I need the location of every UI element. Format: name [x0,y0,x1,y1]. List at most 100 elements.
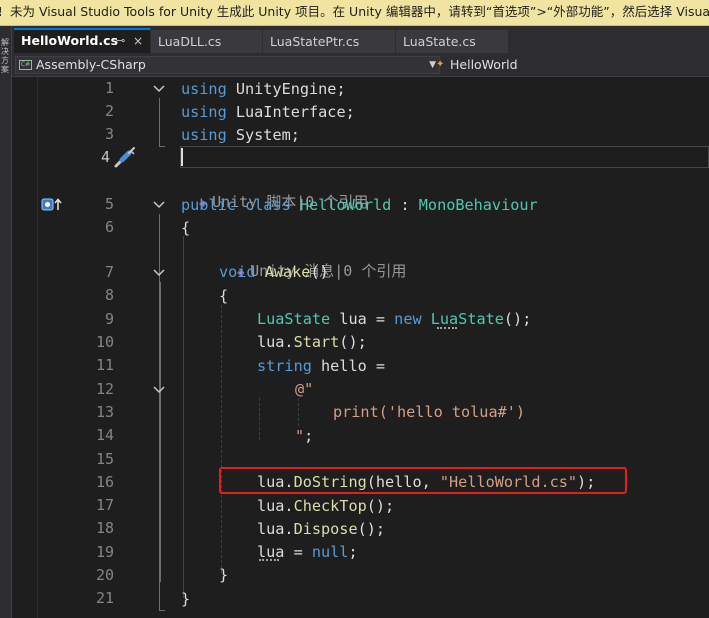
tool-window-label[interactable]: 解决方案 [1,38,11,74]
code-token: @" [295,380,314,398]
code-line-1[interactable]: using UnityEngine; [181,78,346,101]
code-line-17[interactable]: lua.CheckTop(); [257,495,394,518]
tab-helloworld-cs[interactable]: HelloWorld.cs ⊸ × [14,28,151,53]
code-token: ; [304,427,314,445]
codelens-unity-message[interactable]: ◈ Unity 消息|0 个引用 [219,238,406,280]
code-token: new [394,310,431,328]
code-token: } [181,590,191,608]
code-token: Dispose [293,520,358,538]
type-dropdown[interactable]: ✦ HelloWorld [433,56,709,74]
margin-divider [37,77,38,618]
code-token: print('hello tolua#') [333,403,526,421]
text-caret [181,148,183,166]
project-dropdown[interactable]: C# Assembly-CSharp ▼ [15,56,440,74]
code-token: using [181,103,236,121]
codelens-unity-script[interactable]: ◈ Unity 脚本|0 个引用 [181,169,368,211]
line-number: 12 [95,380,114,398]
code-token: (); [503,310,532,328]
code-token: (); [339,333,367,351]
chevron-down-icon[interactable] [152,198,166,212]
vstu-warning-infobar: ! 未为 Visual Studio Tools for Unity 生成此 U… [0,0,709,26]
infobar-message: 未为 Visual Studio Tools for Unity 生成此 Uni… [10,4,709,19]
fold-line-end [159,610,165,611]
chevron-down-icon[interactable] [152,383,166,397]
type-name: HelloWorld [450,57,518,72]
line-number: 16 [95,473,114,491]
code-token: public [181,196,246,214]
code-line-10[interactable]: lua.Start(); [257,331,367,354]
code-token: (); [366,497,395,515]
code-line-9[interactable]: LuaState lua = new LuaState(); [257,308,531,331]
code-line-14[interactable]: "; [295,425,313,448]
code-token: null [311,543,349,561]
suggestion-dots [259,559,279,561]
code-token: Awake [264,263,311,281]
code-token: ; [348,543,358,561]
tab-label: HelloWorld.cs [21,33,119,48]
quick-actions-screwdriver-icon[interactable] [113,147,139,169]
code-token: } [219,566,229,584]
code-token: using [181,126,236,144]
code-token: using [181,80,236,98]
code-token: LuaState [430,310,504,328]
line-number: 7 [104,263,114,281]
code-token: MonoBehaviour [418,196,538,214]
code-line-2[interactable]: using LuaInterface; [181,101,355,124]
line-number-current: 4 [100,148,110,166]
indent-guide [221,305,222,573]
line-number: 18 [95,519,114,537]
line-number: 14 [95,426,114,444]
indicator-margin [12,77,40,618]
indent-guide [183,236,184,598]
line-number: 21 [95,589,114,607]
code-line-6[interactable]: { [181,217,190,240]
line-number: 13 [95,403,114,421]
code-token: UnityEngine; [235,80,346,98]
line-number: 2 [104,102,114,120]
code-line-5[interactable]: public class HelloWorld : MonoBehaviour [181,194,538,217]
code-token: hello = [321,357,386,375]
line-number: 15 [95,450,114,468]
indent-guide [259,398,260,440]
line-number: 5 [104,195,114,213]
code-line-21[interactable]: } [181,588,190,611]
code-line-18[interactable]: lua.Dispose(); [257,518,385,541]
collapsed-tool-window[interactable]: 解决方案 [0,26,12,618]
code-line-20[interactable]: } [219,564,228,587]
code-token: : [400,196,419,214]
chevron-down-icon[interactable] [152,266,166,280]
code-line-3[interactable]: using System; [181,124,300,147]
code-token: CheckTop [293,497,367,515]
class-icon: ✦ [436,59,445,70]
tab-luastate-cs[interactable]: LuaState.cs [396,30,509,53]
pin-icon[interactable]: ⊸ [116,30,125,52]
chevron-down-icon[interactable] [152,82,166,96]
code-line-11[interactable]: string hello = [257,355,385,378]
tab-label: LuaDLL.cs [158,34,222,49]
line-number: 3 [104,125,114,143]
tab-luadll-cs[interactable]: LuaDLL.cs [151,30,263,53]
code-token: HelloWorld [299,196,401,214]
fold-line [159,98,160,146]
code-token: class [245,196,300,214]
code-token: lua. [257,333,294,351]
close-icon[interactable]: × [133,30,143,52]
code-line-12[interactable]: @" [295,378,313,401]
code-token: lua. [257,520,294,538]
line-number: 19 [95,543,114,561]
code-line-7[interactable]: void Awake() [219,261,329,284]
code-token: () [310,263,329,281]
code-line-8[interactable]: { [219,285,228,308]
line-number: 1 [104,79,114,97]
navigation-bar: C# Assembly-CSharp ▼ ✦ HelloWorld [12,53,709,77]
tab-luastateptr-cs[interactable]: LuaStatePtr.cs [263,30,396,53]
tab-label: LuaState.cs [403,34,476,49]
code-token: { [219,287,229,305]
code-line-13[interactable]: print('hello tolua#') [333,401,525,424]
line-number: 8 [104,286,114,304]
code-token: void [219,263,265,281]
code-token: System; [235,126,300,144]
warning-icon: ! [0,0,6,24]
csharp-project-icon: C# [19,60,32,70]
code-token: " [295,427,305,445]
